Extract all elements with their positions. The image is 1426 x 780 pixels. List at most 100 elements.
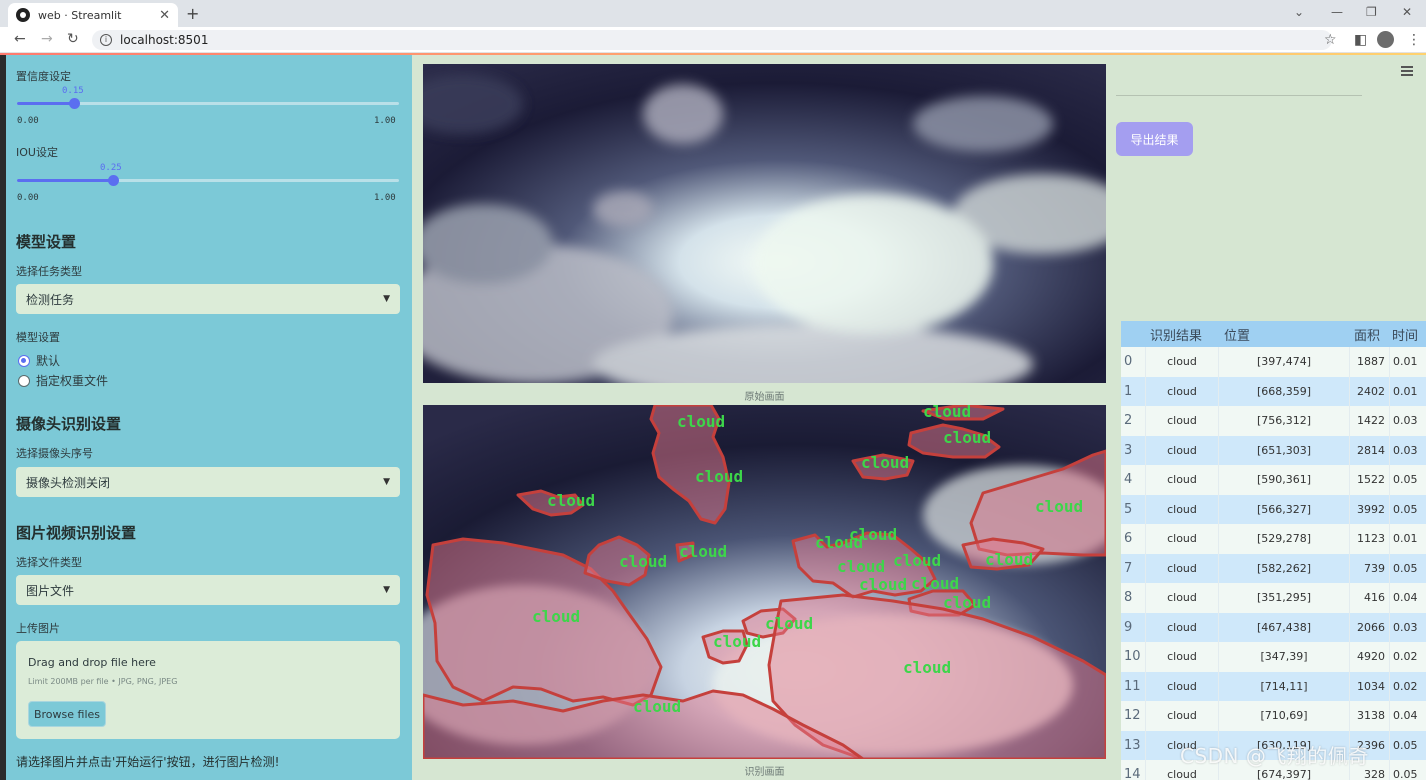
row-index: 11 (1124, 678, 1141, 694)
camera-index-select[interactable]: 摄像头检测关闭 ▼ (16, 467, 400, 497)
detection-label: cloud (713, 632, 761, 651)
row-index: 3 (1124, 442, 1133, 458)
table-row[interactable]: 1 cloud [668,359] 2402 0.01 (1121, 376, 1426, 406)
table-row[interactable]: 4 cloud [590,361] 1522 0.05 (1121, 465, 1426, 495)
row-index: 12 (1124, 708, 1141, 724)
task-type-select[interactable]: 检测任务 ▼ (16, 284, 400, 314)
table-row[interactable]: 5 cloud [566,327] 3992 0.05 (1121, 494, 1426, 524)
side-panel-icon[interactable]: ◧ (1354, 32, 1367, 48)
detection-label: cloud (547, 491, 595, 510)
window-close-icon[interactable]: ✕ (1402, 5, 1412, 19)
row-index: 9 (1124, 619, 1133, 635)
restore-icon[interactable]: ❐ (1366, 5, 1377, 19)
row-position: [590,361] (1218, 465, 1349, 495)
row-index: 13 (1124, 737, 1141, 753)
row-time: 0.01 (1389, 376, 1426, 406)
browser-menu-icon[interactable]: ⋮ (1407, 32, 1421, 48)
original-image-caption: 原始画面 (744, 392, 785, 403)
row-result: cloud (1145, 376, 1218, 406)
table-row[interactable]: 0 cloud [397,474] 1887 0.01 (1121, 347, 1426, 377)
original-image (423, 64, 1106, 383)
file-type-select[interactable]: 图片文件 ▼ (16, 575, 400, 605)
site-info-icon[interactable]: i (100, 34, 112, 46)
row-area: 3138 (1349, 701, 1389, 731)
row-area: 1522 (1349, 465, 1389, 495)
browse-files-button[interactable]: Browse files (28, 701, 106, 727)
confidence-slider[interactable] (17, 98, 399, 109)
back-icon[interactable]: ← (14, 31, 26, 47)
profile-avatar[interactable] (1377, 31, 1394, 48)
forward-icon[interactable]: → (41, 31, 53, 47)
row-index: 10 (1124, 649, 1141, 665)
radio-selected-icon (18, 354, 30, 367)
row-area: 1422 (1349, 406, 1389, 436)
row-area: 1034 (1349, 671, 1389, 701)
row-index: 6 (1124, 531, 1133, 547)
row-time: 0.01 (1389, 524, 1426, 554)
header-position[interactable]: 位置 (1218, 321, 1349, 347)
radio-custom-weights[interactable]: 指定权重文件 (18, 372, 108, 389)
close-tab-icon[interactable]: ✕ (159, 8, 170, 23)
detection-label: cloud (943, 593, 991, 612)
detection-label: cloud (859, 575, 907, 594)
row-result: cloud (1145, 347, 1218, 377)
minimize-icon[interactable]: — (1331, 5, 1343, 19)
row-result: cloud (1145, 671, 1218, 701)
row-position: [668,359] (1218, 376, 1349, 406)
radio-default-weights[interactable]: 默认 (18, 352, 60, 369)
row-result: cloud (1145, 583, 1218, 613)
weights-label: 模型设置 (16, 331, 60, 344)
header-time[interactable]: 时间 (1389, 321, 1426, 347)
row-result: cloud (1145, 494, 1218, 524)
row-position: [582,262] (1218, 553, 1349, 583)
iou-max: 1.00 (374, 193, 396, 203)
table-row[interactable]: 7 cloud [582,262] 739 0.05 (1121, 553, 1426, 583)
browser-tab[interactable]: web · Streamlit ✕ (8, 3, 178, 27)
task-type-value: 检测任务 (26, 292, 75, 307)
row-position: [566,327] (1218, 494, 1349, 524)
row-result: cloud (1145, 612, 1218, 642)
reload-icon[interactable]: ↻ (67, 31, 79, 47)
row-area: 4920 (1349, 642, 1389, 672)
export-results-button[interactable]: 导出结果 (1116, 122, 1193, 156)
iou-value: 0.25 (100, 163, 122, 173)
table-row[interactable]: 10 cloud [347,39] 4920 0.02 (1121, 642, 1426, 672)
iou-slider-thumb[interactable] (107, 175, 119, 186)
table-row[interactable]: 9 cloud [467,438] 2066 0.03 (1121, 612, 1426, 642)
detection-label: cloud (633, 697, 681, 716)
header-area[interactable]: 面积 (1349, 321, 1389, 347)
table-row[interactable]: 3 cloud [651,303] 2814 0.03 (1121, 435, 1426, 465)
url-field[interactable]: i localhost:8501 (92, 30, 1332, 50)
detection-label: cloud (903, 658, 951, 677)
table-row[interactable]: 11 cloud [714,11] 1034 0.02 (1121, 671, 1426, 701)
dropzone-limit: Limit 200MB per file • JPG, PNG, JPEG (28, 677, 178, 686)
task-type-label: 选择任务类型 (16, 265, 82, 278)
main-menu-icon[interactable] (1401, 66, 1413, 76)
instruction-hint: 请选择图片并点击'开始运行'按钮，进行图片检测! (16, 755, 280, 769)
header-result[interactable]: 识别结果 (1145, 321, 1218, 347)
row-area: 1123 (1349, 524, 1389, 554)
file-dropzone[interactable]: Drag and drop file here Limit 200MB per … (16, 641, 400, 739)
row-area: 2402 (1349, 376, 1389, 406)
divider (1116, 95, 1362, 96)
table-row[interactable]: 6 cloud [529,278] 1123 0.01 (1121, 524, 1426, 554)
table-row[interactable]: 2 cloud [756,312] 1422 0.03 (1121, 406, 1426, 436)
bookmark-star-icon[interactable]: ☆ (1324, 32, 1337, 48)
iou-slider-fill (17, 179, 113, 182)
row-time: 0.05 (1389, 760, 1426, 780)
row-area: 416 (1349, 583, 1389, 613)
new-tab-icon[interactable]: + (186, 4, 199, 23)
upload-label: 上传图片 (16, 622, 60, 635)
tab-search-icon[interactable]: ⌄ (1294, 5, 1304, 19)
detection-label: cloud (619, 552, 667, 571)
table-row[interactable]: 12 cloud [710,69] 3138 0.04 (1121, 701, 1426, 731)
iou-slider[interactable] (17, 175, 399, 186)
confidence-min: 0.00 (17, 116, 39, 126)
address-bar: ← → ↻ i localhost:8501 ☆ ◧ ⋮ (0, 27, 1426, 53)
row-position: [347,39] (1218, 642, 1349, 672)
table-row[interactable]: 8 cloud [351,295] 416 0.04 (1121, 583, 1426, 613)
row-index: 5 (1124, 501, 1133, 517)
confidence-slider-thumb[interactable] (69, 98, 81, 109)
row-position: [529,278] (1218, 524, 1349, 554)
detected-image: cloud cloud cloud cloud cloud cloud cloud cloud… (423, 405, 1106, 759)
